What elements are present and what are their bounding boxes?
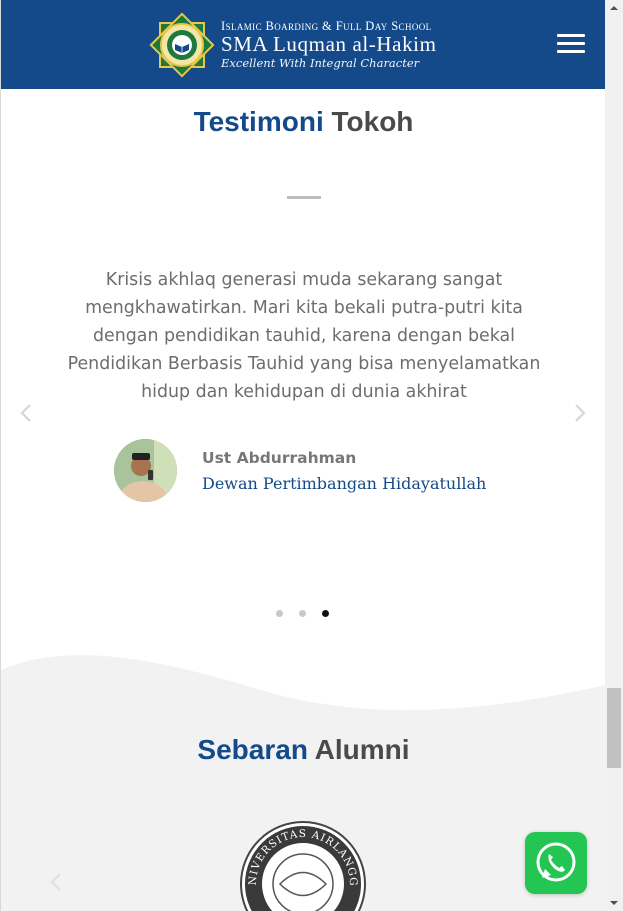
heading-accent-word: Testimoni xyxy=(193,106,324,137)
carousel-dot-1[interactable] xyxy=(276,610,283,617)
alumni-heading: Sebaran Alumni xyxy=(1,734,605,766)
chevron-right-icon[interactable] xyxy=(573,403,587,423)
carousel-dot-3-active[interactable] xyxy=(322,610,329,617)
whatsapp-chat-button[interactable] xyxy=(525,832,587,894)
site-logo[interactable]: Islamic Boarding & Full Day School SMA L… xyxy=(149,12,437,78)
carousel-pagination xyxy=(276,610,345,617)
author-role: Dewan Pertimbangan Hidayatullah xyxy=(202,473,487,493)
page-viewport: Islamic Boarding & Full Day School SMA L… xyxy=(0,0,605,911)
testimonial-quote: Krisis akhlaq generasi muda sekarang san… xyxy=(67,270,541,402)
school-seal-icon xyxy=(149,12,215,78)
testimonial-author: Ust Abdurrahman Dewan Pertimbangan Hiday… xyxy=(114,439,486,502)
carousel-dot-2[interactable] xyxy=(299,610,306,617)
logo-title: SMA Luqman al-Hakim xyxy=(221,32,437,56)
heading-word: Tokoh xyxy=(331,106,414,137)
logo-tagline: Excellent With Integral Character xyxy=(221,56,420,70)
chevron-left-icon[interactable] xyxy=(49,872,63,892)
vertical-scrollbar[interactable] xyxy=(605,0,623,911)
heading-divider xyxy=(287,196,321,199)
heading-word: Alumni xyxy=(314,734,410,765)
testimoni-heading: Testimoni Tokoh xyxy=(1,106,605,138)
whatsapp-icon xyxy=(536,842,576,882)
heading-accent-word: Sebaran xyxy=(197,734,308,765)
site-header: Islamic Boarding & Full Day School SMA L… xyxy=(1,0,605,89)
chevron-left-icon[interactable] xyxy=(19,403,33,423)
avatar xyxy=(114,439,177,502)
scroll-up-arrow-icon[interactable] xyxy=(605,0,623,17)
logo-subtitle: Islamic Boarding & Full Day School xyxy=(221,19,432,33)
author-name: Ust Abdurrahman xyxy=(202,448,357,467)
hamburger-menu-icon[interactable] xyxy=(557,34,585,56)
university-logo[interactable]: UNIVERSITAS AIRLANGGA xyxy=(235,812,366,911)
scroll-down-arrow-icon[interactable] xyxy=(605,894,623,911)
scrollbar-thumb[interactable] xyxy=(607,688,621,768)
